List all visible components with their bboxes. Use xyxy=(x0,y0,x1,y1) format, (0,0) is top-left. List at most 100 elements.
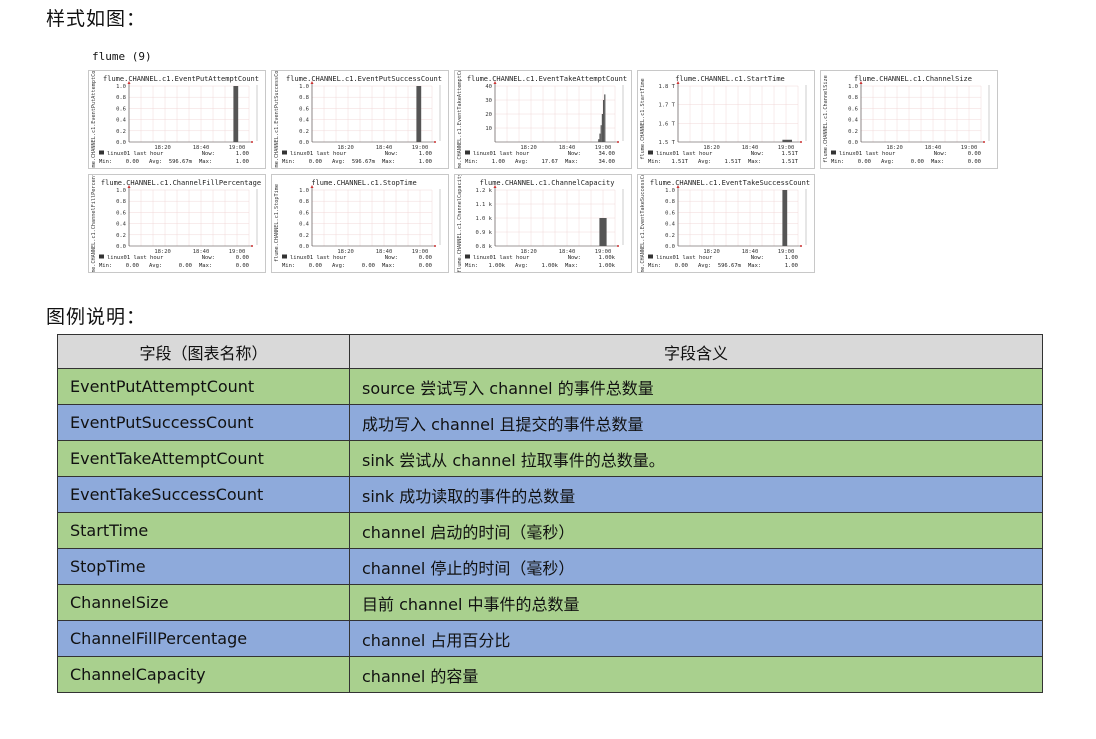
chart-panel[interactable]: flume.CHANNEL.c1.EventTakeAttemptCount fl… xyxy=(454,70,632,169)
chart-ylabel: flume.CHANNEL.c1.StopTime xyxy=(274,184,280,262)
chart-svg: flume.CHANNEL.c1.EventPutSuccessCount flu… xyxy=(274,71,442,168)
avg-label: Avg: xyxy=(332,159,345,165)
min-label: Min: xyxy=(99,159,112,165)
chart-bar xyxy=(600,125,602,142)
y-tick-label: 30 xyxy=(485,98,492,104)
chart-panel[interactable]: flume.CHANNEL.c1.EventPutSuccessCount flu… xyxy=(271,70,449,169)
avg-value: 596.67m xyxy=(718,263,742,269)
y-tick-label: 0.8 xyxy=(116,199,126,205)
y-tick-label: 0.9 k xyxy=(475,230,492,236)
avg-value: 1.51T xyxy=(724,159,741,165)
avg-value: 0.00 xyxy=(911,159,924,165)
now-label: Now: xyxy=(751,151,764,157)
max-label: Max: xyxy=(382,159,395,165)
max-label: Max: xyxy=(199,159,212,165)
y-tick-label: 0.8 xyxy=(299,199,309,205)
max-label: Max: xyxy=(748,263,761,269)
field-meaning-cell: channel 的容量 xyxy=(349,656,1043,693)
chart-panel[interactable]: flume.CHANNEL.c1.ChannelFillPercentage fl… xyxy=(88,174,266,273)
chart-ylabel: flume.CHANNEL.c1.ChannelFillPercentage xyxy=(91,175,97,272)
now-label: Now: xyxy=(202,151,215,157)
now-value: 0.00 xyxy=(968,151,981,157)
chart-panel[interactable]: flume.CHANNEL.c1.EventTakeSuccessCount fl… xyxy=(637,174,815,273)
chart-panel[interactable]: flume.CHANNEL.c1.StartTime flume.CHANNEL.… xyxy=(637,70,815,169)
y-tick-label: 0.8 xyxy=(299,95,309,101)
avg-label: Avg: xyxy=(698,263,711,269)
now-value: 34.00 xyxy=(598,151,615,157)
y-tick-label: 0.4 xyxy=(299,118,310,124)
y-tick-label: 20 xyxy=(485,112,492,118)
avg-label: Avg: xyxy=(515,159,528,165)
table-row: EventPutAttemptCount source 尝试写入 channel … xyxy=(57,368,1043,405)
y-tick-label: 0.2 xyxy=(116,233,126,239)
chart-legend-label: linux01 last hour xyxy=(107,151,164,157)
y-tick-label: 0.6 xyxy=(665,210,675,216)
min-label: Min: xyxy=(648,263,661,269)
chart-legend-label: linux01 last hour xyxy=(839,151,896,157)
y-tick-label: 0.4 xyxy=(299,222,310,228)
y-tick-label: 1.8 T xyxy=(658,84,675,90)
max-value: 1.00 xyxy=(785,263,798,269)
field-name-cell: StartTime xyxy=(57,512,350,549)
field-name-cell: ChannelSize xyxy=(57,584,350,621)
max-label: Max: xyxy=(382,263,395,269)
avg-label: Avg: xyxy=(881,159,894,165)
chart-grid: flume.CHANNEL.c1.EventPutAttemptCount flu… xyxy=(88,70,998,280)
table-row: EventTakeAttemptCount sink 尝试从 channel 拉取… xyxy=(57,440,1043,477)
style-heading: 样式如图： xyxy=(46,8,147,30)
y-tick-label: 0.0 xyxy=(665,244,675,250)
y-tick-label: 0.2 xyxy=(665,233,675,239)
chart-ylabel: flume.CHANNEL.c1.EventPutAttemptCount xyxy=(91,71,97,168)
avg-value: 0.00 xyxy=(362,263,375,269)
y-tick-label: 1.0 xyxy=(848,84,858,90)
y-tick-label: 0.2 xyxy=(299,233,309,239)
chart-legend-label: linux01 last hour xyxy=(473,255,530,261)
field-name-cell: EventTakeSuccessCount xyxy=(57,476,350,513)
field-meaning-cell: 成功写入 channel 且提交的事件总数量 xyxy=(349,404,1043,441)
chart-panel[interactable]: flume.CHANNEL.c1.ChannelSize flume.CHANNE… xyxy=(820,70,998,169)
chart-svg: flume.CHANNEL.c1.EventTakeSuccessCount fl… xyxy=(640,175,810,272)
chart-svg: flume.CHANNEL.c1.EventPutAttemptCount flu… xyxy=(91,71,259,168)
chart-ylabel: flume.CHANNEL.c1.EventPutSuccessCount xyxy=(274,71,280,168)
min-value: 0.00 xyxy=(309,263,322,269)
y-tick-label: 1.0 xyxy=(116,84,126,90)
chart-title: flume.CHANNEL.c1.EventPutAttemptCount xyxy=(103,75,259,83)
now-label: Now: xyxy=(568,151,581,157)
chart-title: flume.CHANNEL.c1.ChannelFillPercentage xyxy=(101,179,261,187)
y-tick-label: 0.0 xyxy=(116,244,126,250)
y-tick-label: 0.0 xyxy=(299,140,309,146)
max-value: 1.00 xyxy=(419,159,432,165)
table-row: ChannelCapacity channel 的容量 xyxy=(57,656,1043,693)
min-label: Min: xyxy=(465,159,478,165)
table-row: StartTime channel 启动的时间（毫秒） xyxy=(57,512,1043,549)
chart-panel[interactable]: flume.CHANNEL.c1.EventPutAttemptCount flu… xyxy=(88,70,266,169)
chart-legend-label: linux01 last hour xyxy=(290,255,347,261)
now-label: Now: xyxy=(751,255,764,261)
max-value: 0.00 xyxy=(236,263,249,269)
min-value: 1.00 xyxy=(492,159,505,165)
y-tick-label: 0.0 xyxy=(299,244,309,250)
chart-bar xyxy=(601,114,603,142)
chart-panel[interactable]: flume.CHANNEL.c1.ChannelCapacity flume.CH… xyxy=(454,174,632,273)
chart-legend-label: linux01 last hour xyxy=(656,255,713,261)
field-name-cell: EventTakeAttemptCount xyxy=(57,440,350,477)
y-tick-label: 1.0 k xyxy=(475,216,492,222)
y-tick-label: 0.4 xyxy=(116,222,127,228)
y-tick-label: 1.1 k xyxy=(475,202,492,208)
y-tick-label: 0.0 xyxy=(116,140,126,146)
chart-panel[interactable]: flume.CHANNEL.c1.StopTime flume.CHANNEL.c… xyxy=(271,174,449,273)
now-value: 1.00 xyxy=(419,151,432,157)
min-value: 1.51T xyxy=(671,159,688,165)
min-label: Min: xyxy=(831,159,844,165)
avg-label: Avg: xyxy=(698,159,711,165)
chart-svg: flume.CHANNEL.c1.StartTime flume.CHANNEL.… xyxy=(640,75,807,165)
min-label: Min: xyxy=(465,263,478,269)
chart-title: flume.CHANNEL.c1.EventPutSuccessCount xyxy=(286,75,442,83)
field-name-cell: EventPutSuccessCount xyxy=(57,404,350,441)
now-label: Now: xyxy=(934,151,947,157)
chart-bar xyxy=(599,218,607,246)
avg-label: Avg: xyxy=(149,263,162,269)
y-tick-label: 1.5 T xyxy=(658,140,675,146)
avg-label: Avg: xyxy=(332,263,345,269)
chart-bar xyxy=(599,133,601,142)
